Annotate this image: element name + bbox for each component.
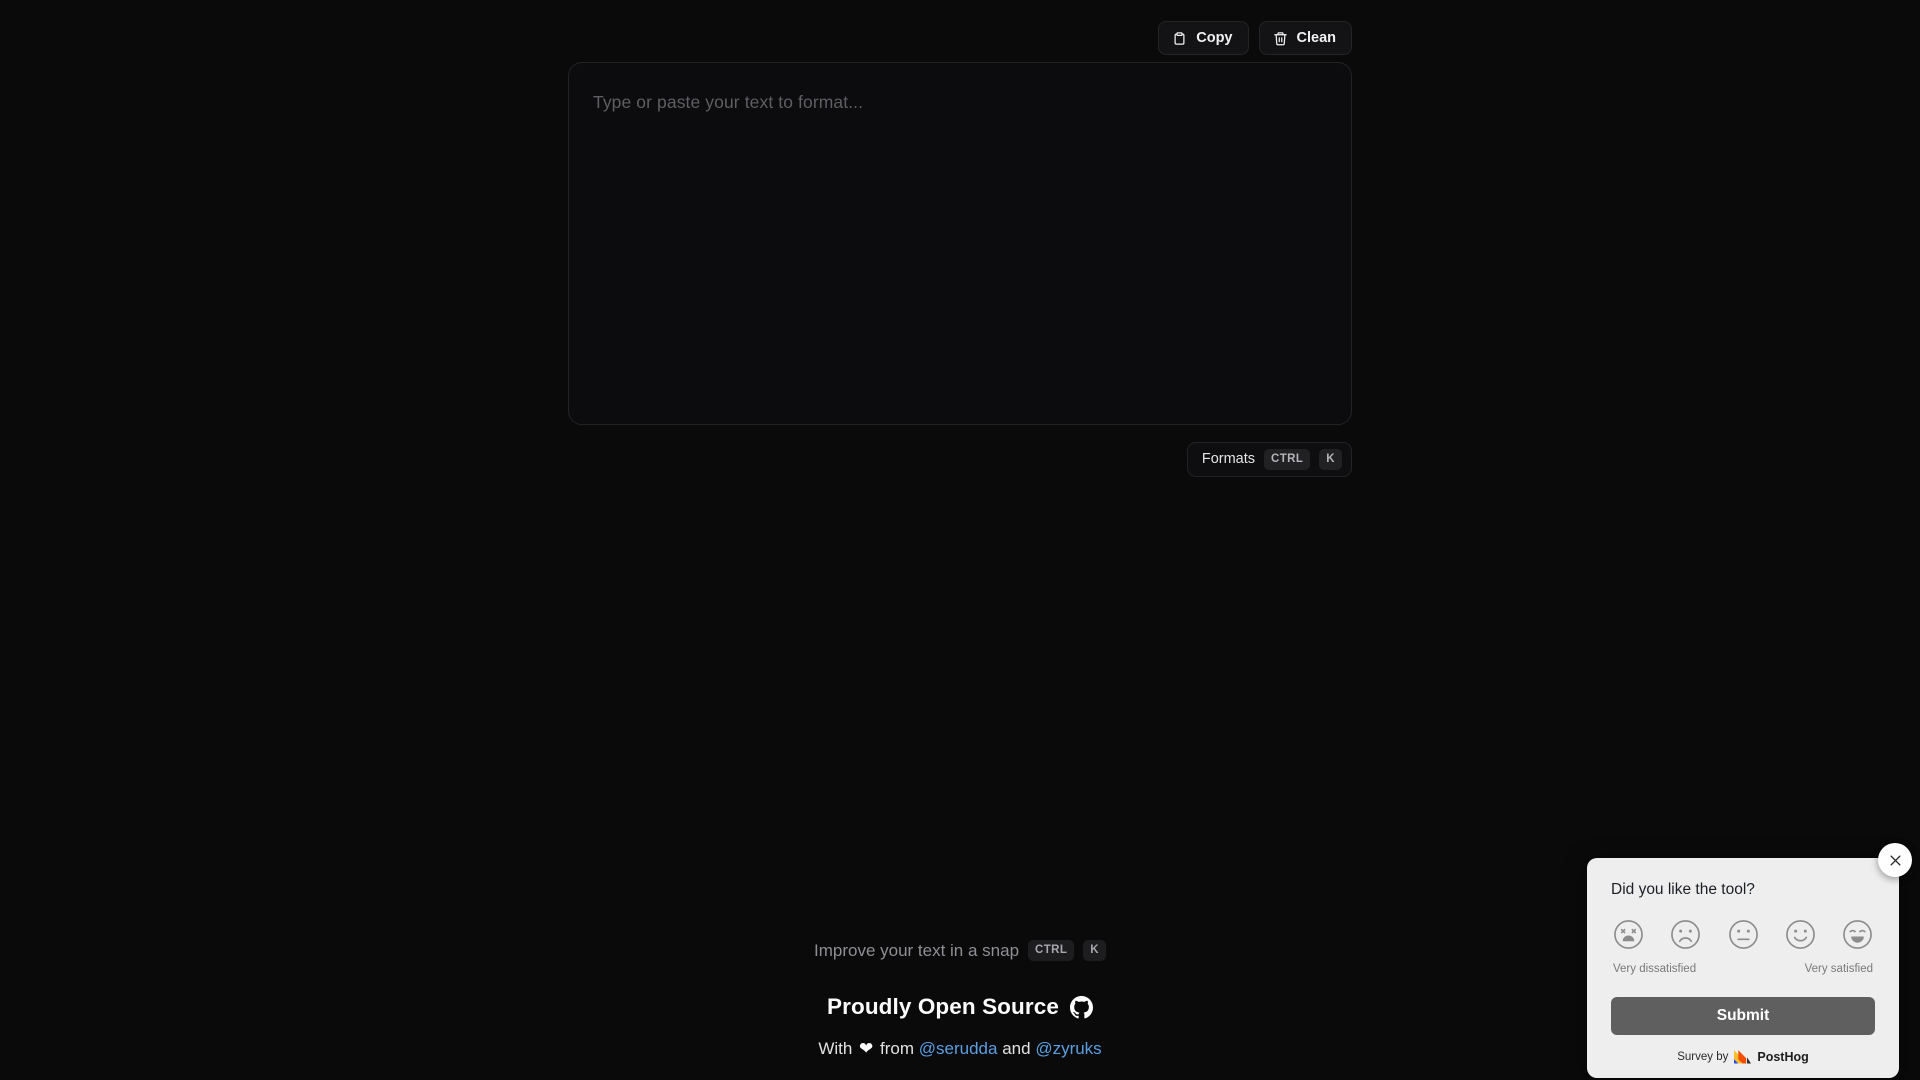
survey-question: Did you like the tool? [1611, 881, 1755, 898]
footer-tagline: Improve your text in a snap CTRL K [813, 940, 1107, 961]
copy-button-label: Copy [1196, 29, 1233, 46]
rating-option-dissatisfied[interactable] [1670, 919, 1701, 950]
main-content: Copy Clean Type or paste your text to fo… [568, 0, 1352, 477]
clean-button[interactable]: Clean [1258, 21, 1352, 55]
open-source-label: Proudly Open Source [827, 994, 1059, 1019]
formats-shortcut-key: K [1319, 449, 1342, 470]
clipboard-icon [1172, 31, 1187, 46]
author-link-serudda[interactable]: @serudda [919, 1039, 998, 1058]
rating-high-label: Very satisfied [1804, 963, 1873, 976]
formats-shortcut-ctrl: CTRL [1264, 449, 1311, 470]
editor-placeholder: Type or paste your text to format... [593, 92, 864, 112]
footer-shortcut-ctrl: CTRL [1028, 940, 1075, 961]
survey-close-button[interactable] [1878, 843, 1912, 877]
footer-tagline-text: Improve your text in a snap [813, 940, 1020, 960]
text-editor[interactable]: Type or paste your text to format... [568, 62, 1352, 425]
posthog-brand-name: PostHog [1757, 1050, 1809, 1065]
clean-button-label: Clean [1296, 29, 1337, 46]
survey-rating-labels: Very dissatisfied Very satisfied [1611, 963, 1875, 975]
credits-from: from [880, 1039, 915, 1058]
credits-prefix: With [818, 1039, 853, 1058]
copy-button[interactable]: Copy [1158, 21, 1249, 55]
github-link[interactable] [1069, 995, 1093, 1019]
formats-button[interactable]: Formats CTRL K [1186, 442, 1352, 477]
rating-option-very-dissatisfied[interactable] [1613, 919, 1644, 950]
rating-option-neutral[interactable] [1728, 919, 1759, 950]
formats-button-label: Formats [1201, 451, 1256, 468]
heart-icon: ❤ [859, 1039, 874, 1058]
footer-shortcut-key: K [1083, 940, 1107, 961]
github-icon [1069, 995, 1093, 1019]
rating-option-very-satisfied[interactable] [1842, 919, 1873, 950]
close-icon [1888, 853, 1903, 868]
rating-option-satisfied[interactable] [1785, 919, 1816, 950]
posthog-survey-panel: Did you like the tool? Very dissatisfied… [1587, 858, 1899, 1079]
posthog-logo-icon [1734, 1050, 1752, 1064]
survey-attribution-prefix: Survey by [1677, 1051, 1729, 1064]
author-link-zyruks[interactable]: @zyruks [1035, 1039, 1101, 1058]
survey-attribution: Survey by PostHog [1611, 1050, 1875, 1064]
formats-row: Formats CTRL K [568, 425, 1352, 477]
credits-and: and [1002, 1039, 1031, 1058]
survey-submit-button[interactable]: Submit [1611, 997, 1875, 1036]
survey-rating-scale [1611, 919, 1875, 950]
trash-icon [1273, 31, 1288, 46]
rating-low-label: Very dissatisfied [1613, 963, 1697, 976]
editor-toolbar: Copy Clean [568, 0, 1352, 62]
